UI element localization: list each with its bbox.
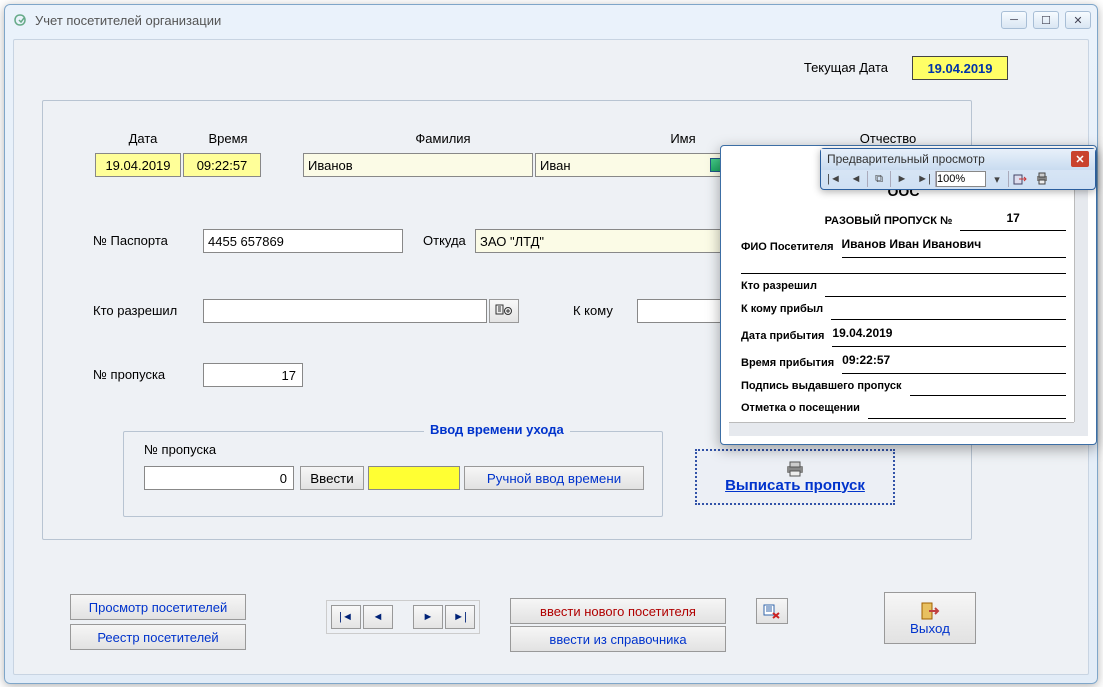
arr-date-value: 19.04.2019 — [832, 322, 1066, 347]
report-page: ООС РАЗОВЫЙ ПРОПУСК № 17 ФИО ПосетителяИ… — [733, 172, 1074, 422]
allowed-value — [825, 283, 1066, 297]
exit-button[interactable]: Выход — [884, 592, 976, 644]
record-navigator: |◄ ◄ ► ►| — [326, 600, 480, 634]
copy-icon[interactable]: ⧉ — [868, 170, 890, 188]
nav-first-icon[interactable]: |◄ — [823, 170, 845, 188]
from-dict-button[interactable]: ввести из справочника — [510, 626, 726, 652]
print-icon[interactable] — [1031, 170, 1053, 188]
pass-number: 17 — [960, 207, 1066, 232]
current-date-label: Текущая Дата — [804, 60, 888, 75]
preview-window: ООС РАЗОВЫЙ ПРОПУСК № 17 ФИО ПосетителяИ… — [720, 145, 1097, 445]
printer-icon — [784, 461, 806, 477]
fio-line2 — [741, 260, 1066, 274]
arr-time-value: 09:22:57 — [842, 349, 1066, 374]
header-patronymic: Отчество — [843, 131, 933, 146]
preview-title: Предварительный просмотр ✕ — [821, 149, 1095, 170]
surname-input[interactable] — [303, 153, 533, 177]
manual-time-button[interactable]: Ручной ввод времени — [464, 466, 644, 490]
note-value — [868, 405, 1066, 419]
visit-time: 09:22:57 — [183, 153, 261, 177]
note-label: Отметка о посещении — [741, 398, 860, 419]
nav-first-button[interactable]: |◄ — [331, 605, 361, 629]
passport-label: № Паспорта — [93, 233, 168, 248]
zoom-combo[interactable] — [936, 171, 986, 187]
from-label: Откуда — [423, 233, 466, 248]
towhom-label: К кому прибыл — [741, 299, 823, 320]
preview-close-button[interactable]: ✕ — [1071, 151, 1089, 167]
leave-time-title: Ввод времени ухода — [424, 422, 570, 437]
exit-label: Выход — [910, 621, 950, 636]
pass-no-input[interactable] — [203, 363, 303, 387]
preview-scroll-v[interactable] — [1074, 172, 1088, 422]
preview-report-area: ООС РАЗОВЫЙ ПРОПУСК № 17 ФИО ПосетителяИ… — [729, 172, 1088, 436]
leave-time-group: Ввод времени ухода № пропуска Ввести Руч… — [123, 431, 663, 517]
titlebar: Учет посетителей организации ─ ☐ ✕ — [5, 5, 1097, 35]
nav-last-icon[interactable]: ►| — [913, 170, 935, 188]
registry-button[interactable]: Реестр посетителей — [70, 624, 246, 650]
leave-pass-label: № пропуска — [144, 442, 216, 457]
visit-date: 19.04.2019 — [95, 153, 181, 177]
leave-pass-input[interactable] — [144, 466, 294, 490]
current-date-value: 19.04.2019 — [912, 56, 1008, 80]
pass-no-label: № пропуска — [93, 367, 165, 382]
lookup-icon — [495, 303, 513, 319]
leave-time-display — [368, 466, 460, 490]
allowed-by-picker-button[interactable] — [489, 299, 519, 323]
sign-value — [910, 382, 1066, 396]
name-input[interactable] — [535, 153, 735, 177]
maximize-button[interactable]: ☐ — [1033, 11, 1059, 29]
preview-toolbar-window: Предварительный просмотр ✕ |◄ ◄ ⧉ ► ►| ▾ — [820, 148, 1096, 190]
allowed-label: Кто разрешил — [741, 276, 817, 297]
nav-last-button[interactable]: ►| — [445, 605, 475, 629]
header-name: Имя — [653, 131, 713, 146]
sign-label: Подпись выдавшего пропуск — [741, 376, 902, 397]
nav-prev-button[interactable]: ◄ — [363, 605, 393, 629]
view-visitors-button[interactable]: Просмотр посетителей — [70, 594, 246, 620]
towhom-value — [831, 306, 1066, 320]
nav-next-button[interactable]: ► — [413, 605, 443, 629]
preview-title-text: Предварительный просмотр — [827, 152, 985, 166]
app-icon — [13, 12, 29, 28]
enter-button[interactable]: Ввести — [300, 466, 364, 490]
passport-input[interactable] — [203, 229, 403, 253]
allowed-by-label: Кто разрешил — [93, 303, 177, 318]
preview-scroll-h[interactable] — [729, 422, 1074, 436]
issue-pass-label: Выписать пропуск — [725, 477, 865, 494]
new-visitor-button[interactable]: ввести нового посетителя — [510, 598, 726, 624]
nav-prev-icon[interactable]: ◄ — [845, 170, 867, 188]
delete-record-button[interactable] — [756, 598, 788, 624]
header-time: Время — [193, 131, 263, 146]
header-date: Дата — [103, 131, 183, 146]
scroll-corner — [1074, 422, 1088, 436]
header-surname: Фамилия — [383, 131, 503, 146]
allowed-by-input[interactable] — [203, 299, 487, 323]
exit-icon — [920, 601, 940, 621]
issue-pass-button[interactable]: Выписать пропуск — [695, 449, 895, 505]
fio-label: ФИО Посетителя — [741, 237, 834, 258]
fio-value: Иванов Иван Иванович — [842, 233, 1066, 258]
close-preview-icon[interactable] — [1009, 170, 1031, 188]
preview-toolbar: |◄ ◄ ⧉ ► ►| ▾ — [821, 170, 1095, 189]
zoom-dropdown-icon[interactable]: ▾ — [986, 170, 1008, 188]
to-whom-label: К кому — [573, 303, 613, 318]
delete-icon — [763, 603, 781, 619]
arr-time-label: Время прибытия — [741, 353, 834, 374]
window-title: Учет посетителей организации — [35, 13, 221, 28]
close-button[interactable]: ✕ — [1065, 11, 1091, 29]
pass-title: РАЗОВЫЙ ПРОПУСК № — [741, 211, 952, 232]
arr-date-label: Дата прибытия — [741, 326, 824, 347]
minimize-button[interactable]: ─ — [1001, 11, 1027, 29]
nav-next-icon[interactable]: ► — [891, 170, 913, 188]
